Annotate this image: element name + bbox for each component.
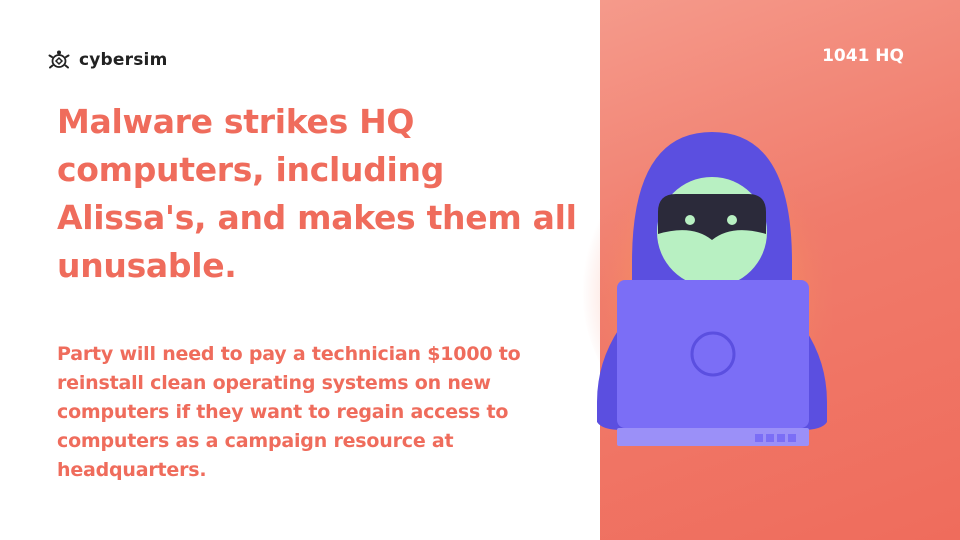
slide-body-text: Party will need to pay a technician $100… — [57, 343, 521, 481]
brand-name: cybersim — [79, 50, 168, 70]
hooded-hacker-laptop-icon — [582, 132, 832, 446]
content-panel: cybersim Malware strikes HQ computers, i… — [0, 0, 600, 540]
brand-logo: cybersim — [47, 46, 168, 74]
turtle-logo-icon — [48, 50, 70, 69]
location-label: 1041 HQ — [822, 46, 904, 66]
slide-headline: Malware strikes HQ computers, including … — [57, 102, 577, 285]
